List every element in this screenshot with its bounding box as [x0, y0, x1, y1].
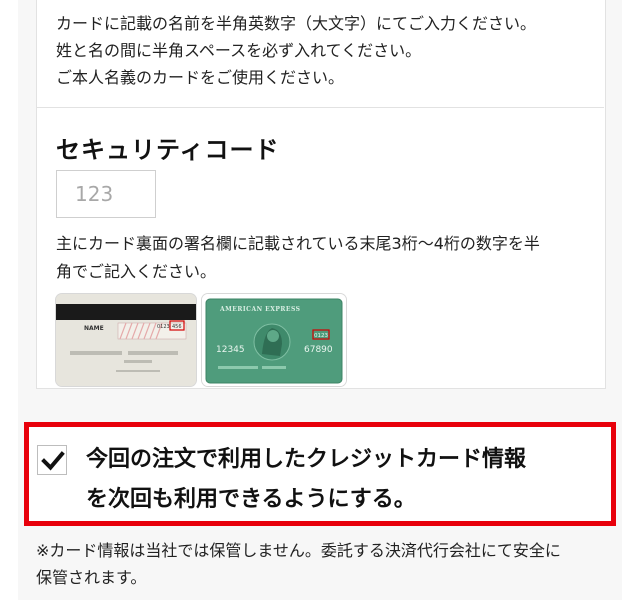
card-name-note: ご本人名義のカードをご使用ください。: [56, 68, 345, 87]
footnote-line: 保管されます。: [36, 568, 147, 587]
security-code-help-line: 角でご記入ください。: [56, 262, 217, 281]
security-code-help: 主にカード裏面の署名欄に記載されている末尾3桁〜4桁の数字を半 角でご記入くださ…: [56, 230, 586, 286]
save-card-label-line: 今回の注文で利用したクレジットカード情報: [86, 447, 527, 472]
amex-card-illustration: AMERICAN EXPRESS 12345 67890 0123: [202, 294, 346, 386]
card-back-code: 456: [172, 324, 182, 330]
amex-number-left: 12345: [216, 345, 245, 355]
card-name-note: 姓と名の間に半角スペースを必ず入れてください。: [56, 41, 422, 60]
footnote-line: ※カード情報は当社では保管しません。委託する決済代行会社にて安全に: [36, 541, 561, 560]
save-card-label[interactable]: 今回の注文で利用したクレジットカード情報 を次回も利用できるようにする。: [86, 440, 606, 520]
card-back-name-label: NAME: [84, 325, 104, 332]
security-code-title: セキュリティコード: [56, 136, 280, 164]
security-code-input[interactable]: [56, 170, 156, 218]
save-card-checkbox[interactable]: [37, 445, 67, 475]
amex-front-sample: AMERICAN EXPRESS 12345 67890 0123: [202, 294, 346, 386]
card-back-sample: NAME 0123 456: [56, 294, 196, 386]
card-back-code-fragment: 0123: [157, 324, 170, 330]
amex-number-right: 67890: [304, 345, 333, 355]
amex-brand-text: AMERICAN EXPRESS: [219, 306, 301, 313]
checkmark-icon: [41, 451, 65, 471]
card-back-illustration: NAME 0123 456: [56, 294, 196, 386]
section-divider: [37, 107, 604, 108]
card-name-note: カードに記載の名前を半角英数字（大文字）にてご入力ください。: [56, 14, 537, 33]
save-card-label-line: を次回も利用できるようにする。: [86, 487, 416, 512]
card-storage-footnote: ※カード情報は当社では保管しません。委託する決済代行会社にて安全に 保管されます…: [36, 537, 616, 591]
security-code-help-line: 主にカード裏面の署名欄に記載されている末尾3桁〜4桁の数字を半: [56, 234, 540, 253]
card-name-notes: カードに記載の名前を半角英数字（大文字）にてご入力ください。 姓と名の間に半角ス…: [56, 10, 596, 91]
amex-code: 0123: [314, 333, 328, 339]
